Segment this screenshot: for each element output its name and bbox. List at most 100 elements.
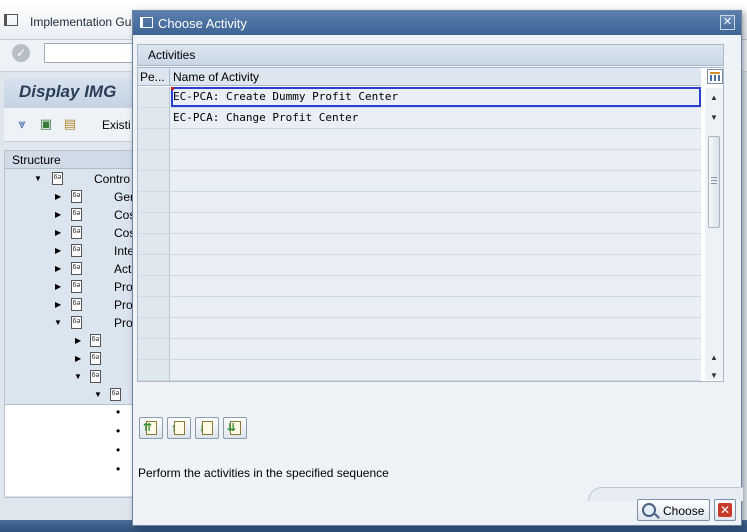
move-to-bottom-button[interactable]: ⇊	[223, 417, 247, 439]
scroll-up-icon[interactable]: ▼	[708, 112, 720, 124]
img-doc-icon: 6ə	[71, 190, 82, 203]
move-to-bottom-icon: ⇊	[227, 422, 237, 434]
row-selector	[138, 276, 170, 296]
row-selector	[138, 150, 170, 170]
row-selector	[138, 129, 170, 149]
empty-row	[138, 234, 701, 255]
row-selector	[138, 213, 170, 233]
img-doc-icon: 6ə	[71, 316, 82, 329]
empty-row	[138, 297, 701, 318]
column-header-name[interactable]: Name of Activity	[171, 68, 701, 86]
tree-item[interactable]: Act	[114, 262, 131, 280]
tree-item[interactable]: Pro	[114, 316, 133, 334]
focus-marker	[171, 87, 174, 90]
move-to-top-icon: ⇈	[143, 422, 153, 434]
collapse-triangle-icon[interactable]: ▶	[75, 354, 81, 363]
img-doc-icon: 6ə	[52, 172, 63, 185]
expand-all-icon[interactable]: ⩔	[14, 116, 30, 132]
scroll-thumb[interactable]	[708, 136, 720, 228]
img-doc-icon: 6ə	[90, 334, 101, 347]
choose-button[interactable]: Choose	[637, 499, 710, 521]
expand-triangle-icon[interactable]: ▼	[54, 318, 62, 327]
img-doc-icon: 6ə	[71, 280, 82, 293]
empty-row	[138, 276, 701, 297]
close-icon[interactable]: ✕	[720, 15, 735, 30]
tree-item[interactable]: Inte	[114, 244, 134, 262]
row-selector	[138, 255, 170, 275]
activity-name-cell[interactable]: EC-PCA: Create Dummy Profit Center	[171, 87, 701, 107]
dialog-title: Choose Activity	[158, 16, 247, 31]
tree-item[interactable]: Ger	[114, 190, 134, 208]
activity-name-cell[interactable]: EC-PCA: Change Profit Center	[171, 108, 701, 128]
vertical-scrollbar[interactable]: ▲ ▼ ▲ ▼	[705, 88, 723, 380]
img-doc-icon: 6ə	[71, 262, 82, 275]
lower-panel	[5, 404, 143, 496]
collapse-triangle-icon[interactable]: ▶	[75, 336, 81, 345]
window-menu-icon[interactable]	[140, 17, 153, 28]
row-selector	[138, 360, 170, 380]
dialog-title-bar[interactable]: Choose Activity ✕	[133, 11, 741, 35]
command-field[interactable]	[44, 43, 144, 63]
table-row[interactable]: EC-PCA: Create Dummy Profit Center	[138, 87, 701, 108]
row-selector[interactable]	[138, 108, 170, 128]
row-selector	[138, 297, 170, 317]
collapse-triangle-icon[interactable]: ▶	[55, 264, 61, 273]
clipboard-icon[interactable]: ▤	[62, 116, 78, 132]
activities-tab-label: Activities	[148, 48, 196, 62]
empty-row	[138, 339, 701, 360]
move-up-button[interactable]: ↑	[167, 417, 191, 439]
expand-triangle-icon[interactable]: ▼	[34, 174, 42, 183]
img-doc-icon: 6ə	[71, 298, 82, 311]
menu-implementation-guide[interactable]: Implementation Gu	[30, 15, 131, 29]
table-header: Pe... Name of Activity	[138, 68, 701, 86]
collapse-triangle-icon[interactable]: ▶	[55, 246, 61, 255]
tree-item[interactable]: Contro	[94, 172, 130, 190]
row-selector	[138, 171, 170, 191]
move-down-button[interactable]: ↓	[195, 417, 219, 439]
scroll-page-up-icon[interactable]: ▲	[708, 92, 720, 104]
move-to-top-button[interactable]: ⇈	[139, 417, 163, 439]
empty-row	[138, 255, 701, 276]
empty-row	[138, 318, 701, 339]
empty-row	[138, 213, 701, 234]
collapse-triangle-icon[interactable]: ▶	[55, 300, 61, 309]
existing-bc-sets-button[interactable]: Existi	[102, 118, 131, 132]
tree-item[interactable]: Pro	[114, 298, 133, 316]
export-icon[interactable]: ▣	[38, 116, 54, 132]
img-doc-icon: 6ə	[71, 208, 82, 221]
collapse-triangle-icon[interactable]: ▶	[55, 210, 61, 219]
row-selector	[138, 339, 170, 359]
activities-tab	[137, 44, 724, 66]
column-settings-icon[interactable]	[707, 69, 723, 84]
img-doc-icon: 6ə	[71, 244, 82, 257]
img-doc-icon: 6ə	[110, 388, 121, 401]
empty-row	[138, 150, 701, 171]
column-header-pe[interactable]: Pe...	[138, 68, 170, 86]
img-doc-icon: 6ə	[90, 370, 101, 383]
row-selector	[138, 234, 170, 254]
menu-icon[interactable]	[4, 14, 18, 26]
empty-row	[138, 129, 701, 150]
scroll-down-icon[interactable]: ▲	[708, 352, 720, 364]
collapse-triangle-icon[interactable]: ▶	[55, 192, 61, 201]
tree-item[interactable]: Pro	[114, 280, 133, 298]
structure-label: Structure	[12, 153, 61, 167]
collapse-triangle-icon[interactable]: ▶	[55, 282, 61, 291]
page-title: Display IMG	[19, 82, 117, 101]
scroll-page-down-icon[interactable]: ▼	[708, 370, 720, 382]
sequence-hint: Perform the activities in the specified …	[138, 466, 389, 480]
empty-row	[138, 360, 701, 381]
img-doc-icon: 6ə	[71, 226, 82, 239]
cancel-button[interactable]: ✕	[714, 499, 736, 521]
move-up-icon: ↑	[171, 422, 177, 434]
choose-label: Choose	[663, 504, 705, 518]
row-selector	[138, 318, 170, 338]
expand-triangle-icon[interactable]: ▼	[94, 390, 102, 399]
enter-check-icon[interactable]: ✓	[12, 44, 30, 62]
expand-triangle-icon[interactable]: ▼	[74, 372, 82, 381]
table-row[interactable]: EC-PCA: Change Profit Center	[138, 108, 701, 129]
collapse-triangle-icon[interactable]: ▶	[55, 228, 61, 237]
bullet-icon: •	[116, 462, 121, 476]
row-selector[interactable]	[138, 87, 170, 107]
bullet-icon: •	[116, 443, 121, 457]
